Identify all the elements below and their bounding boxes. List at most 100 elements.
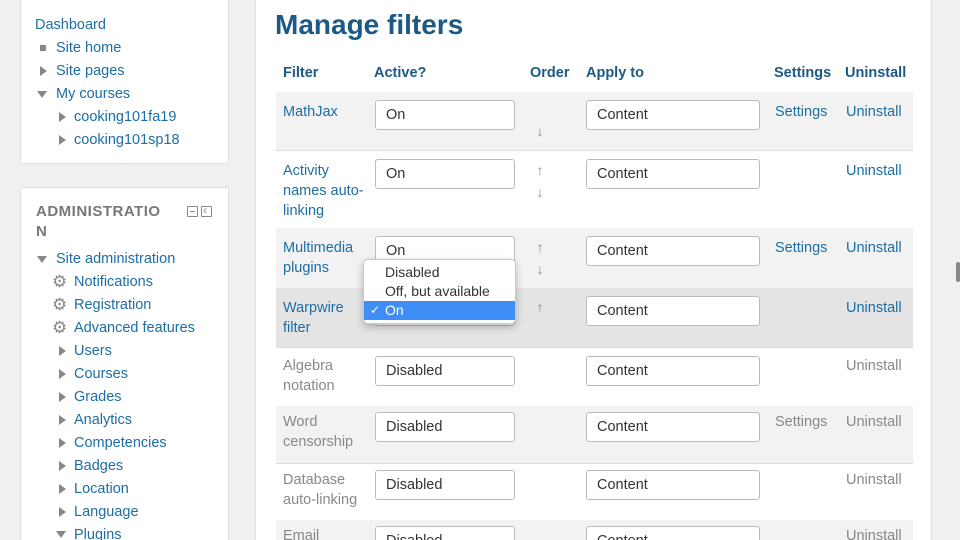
nav-dashboard-label[interactable]: Dashboard <box>35 17 106 33</box>
active-select[interactable]: On <box>375 159 515 189</box>
apply-to-select[interactable]: Content <box>586 470 760 500</box>
administration-block: ADMINISTRATION Site administration ⚙ Not… <box>20 187 229 540</box>
admin-item-label[interactable]: Analytics <box>74 412 132 428</box>
apply-to-select[interactable]: Content <box>586 236 760 266</box>
arrow-up-icon[interactable]: ↑ <box>533 240 547 254</box>
admin-item-label[interactable]: Location <box>74 481 129 497</box>
admin-item-location[interactable]: Location <box>74 479 129 499</box>
filter-name[interactable]: Activity names auto-linking <box>283 161 368 221</box>
triangle-right-icon[interactable] <box>59 369 66 379</box>
triangle-right-icon[interactable] <box>59 415 66 425</box>
admin-item-grades[interactable]: Grades <box>74 387 122 407</box>
site-administration-link[interactable]: Site administration <box>56 249 175 269</box>
triangle-right-icon[interactable] <box>59 461 66 471</box>
admin-item-users[interactable]: Users <box>74 341 112 361</box>
nav-my-courses-link[interactable]: My courses <box>56 84 130 104</box>
arrow-up-icon[interactable]: ↑ <box>533 300 547 314</box>
nav-my-courses-label[interactable]: My courses <box>56 86 130 102</box>
settings-link[interactable]: Settings <box>775 238 827 258</box>
uninstall-link[interactable]: Uninstall <box>846 412 902 432</box>
triangle-right-icon[interactable] <box>59 392 66 402</box>
uninstall-link[interactable]: Uninstall <box>846 470 902 490</box>
active-select[interactable]: Disabled <box>375 412 515 442</box>
triangle-right-icon[interactable] <box>59 484 66 494</box>
nav-course-label[interactable]: cooking101fa19 <box>74 109 176 125</box>
active-select[interactable]: On <box>375 100 515 130</box>
nav-site-pages-label[interactable]: Site pages <box>56 63 125 79</box>
admin-item-label[interactable]: Badges <box>74 458 123 474</box>
arrow-down-icon[interactable]: ↓ <box>533 262 547 276</box>
nav-dashboard-link[interactable]: Dashboard <box>35 15 106 35</box>
collapse-block-icon[interactable] <box>187 206 198 217</box>
admin-item-language[interactable]: Language <box>74 502 139 522</box>
header-active: Active? <box>374 65 427 81</box>
nav-site-pages-link[interactable]: Site pages <box>56 61 125 81</box>
triangle-right-icon[interactable] <box>59 135 66 145</box>
filter-name[interactable]: Warpwire filter <box>283 298 368 338</box>
active-select[interactable]: Disabled <box>375 526 515 540</box>
triangle-right-icon[interactable] <box>59 112 66 122</box>
uninstall-link[interactable]: Uninstall <box>846 102 902 122</box>
triangle-down-icon[interactable] <box>37 256 47 263</box>
apply-to-select[interactable]: Content <box>586 412 760 442</box>
dropdown-option[interactable]: Disabled <box>364 263 515 282</box>
apply-to-select[interactable]: Content <box>586 356 760 386</box>
active-select[interactable]: Disabled <box>375 470 515 500</box>
admin-item-plugins[interactable]: Plugins <box>74 525 122 540</box>
triangle-right-icon[interactable] <box>40 66 47 76</box>
triangle-down-icon[interactable] <box>56 531 66 538</box>
nav-site-home-link[interactable]: Site home <box>56 38 121 58</box>
nav-course-link[interactable]: cooking101fa19 <box>74 107 176 127</box>
triangle-down-icon[interactable] <box>37 91 47 98</box>
settings-link[interactable]: Settings <box>775 102 827 122</box>
admin-item-label[interactable]: Users <box>74 343 112 359</box>
filter-name[interactable]: Multimedia plugins <box>283 238 368 278</box>
uninstall-link[interactable]: Uninstall <box>846 526 902 540</box>
admin-item-label[interactable]: Language <box>74 504 139 520</box>
dropdown-option-selected[interactable]: ✓ On <box>364 301 515 320</box>
admin-item-label[interactable]: Competencies <box>74 435 167 451</box>
uninstall-link[interactable]: Uninstall <box>846 238 902 258</box>
table-row: MathJax On ↓ Content Settings Uninstall <box>276 92 913 150</box>
arrow-down-icon[interactable]: ↓ <box>533 185 547 199</box>
gear-icon: ⚙ <box>52 295 68 314</box>
admin-item-competencies[interactable]: Competencies <box>74 433 167 453</box>
apply-to-select[interactable]: Content <box>586 526 760 540</box>
apply-to-select[interactable]: Content <box>586 159 760 189</box>
admin-item-label[interactable]: Plugins <box>74 527 122 540</box>
admin-item-label[interactable]: Notifications <box>74 274 153 290</box>
apply-to-select[interactable]: Content <box>586 296 760 326</box>
arrow-up-icon[interactable]: ↑ <box>533 163 547 177</box>
site-administration-label[interactable]: Site administration <box>56 251 175 267</box>
nav-site-home-label[interactable]: Site home <box>56 40 121 56</box>
admin-item-advanced-features[interactable]: Advanced features <box>74 318 195 338</box>
dock-block-icon[interactable] <box>201 203 212 217</box>
active-select[interactable]: Disabled <box>375 356 515 386</box>
arrow-down-icon[interactable]: ↓ <box>533 124 547 138</box>
nav-course-label[interactable]: cooking101sp18 <box>74 132 180 148</box>
settings-link[interactable]: Settings <box>775 412 827 432</box>
admin-item-label[interactable]: Registration <box>74 297 151 313</box>
triangle-right-icon[interactable] <box>59 346 66 356</box>
admin-item-badges[interactable]: Badges <box>74 456 123 476</box>
active-dropdown-menu[interactable]: Disabled Off, but available ✓ On <box>363 259 516 324</box>
triangle-right-icon[interactable] <box>59 438 66 448</box>
uninstall-link[interactable]: Uninstall <box>846 298 902 318</box>
uninstall-link[interactable]: Uninstall <box>846 356 902 376</box>
nav-course-link[interactable]: cooking101sp18 <box>74 130 180 150</box>
dropdown-option-label: Disabled <box>385 264 440 280</box>
admin-item-registration[interactable]: Registration <box>74 295 151 315</box>
admin-item-label[interactable]: Grades <box>74 389 122 405</box>
triangle-right-icon[interactable] <box>59 507 66 517</box>
admin-item-courses[interactable]: Courses <box>74 364 128 384</box>
filter-name[interactable]: MathJax <box>283 102 368 122</box>
uninstall-link[interactable]: Uninstall <box>846 161 902 181</box>
admin-item-notifications[interactable]: Notifications <box>74 272 153 292</box>
scrollbar-handle[interactable] <box>956 262 960 282</box>
admin-item-label[interactable]: Courses <box>74 366 128 382</box>
bullet-icon <box>40 45 46 51</box>
admin-item-analytics[interactable]: Analytics <box>74 410 132 430</box>
dropdown-option[interactable]: Off, but available <box>364 282 515 301</box>
admin-item-label[interactable]: Advanced features <box>74 320 195 336</box>
apply-to-select[interactable]: Content <box>586 100 760 130</box>
